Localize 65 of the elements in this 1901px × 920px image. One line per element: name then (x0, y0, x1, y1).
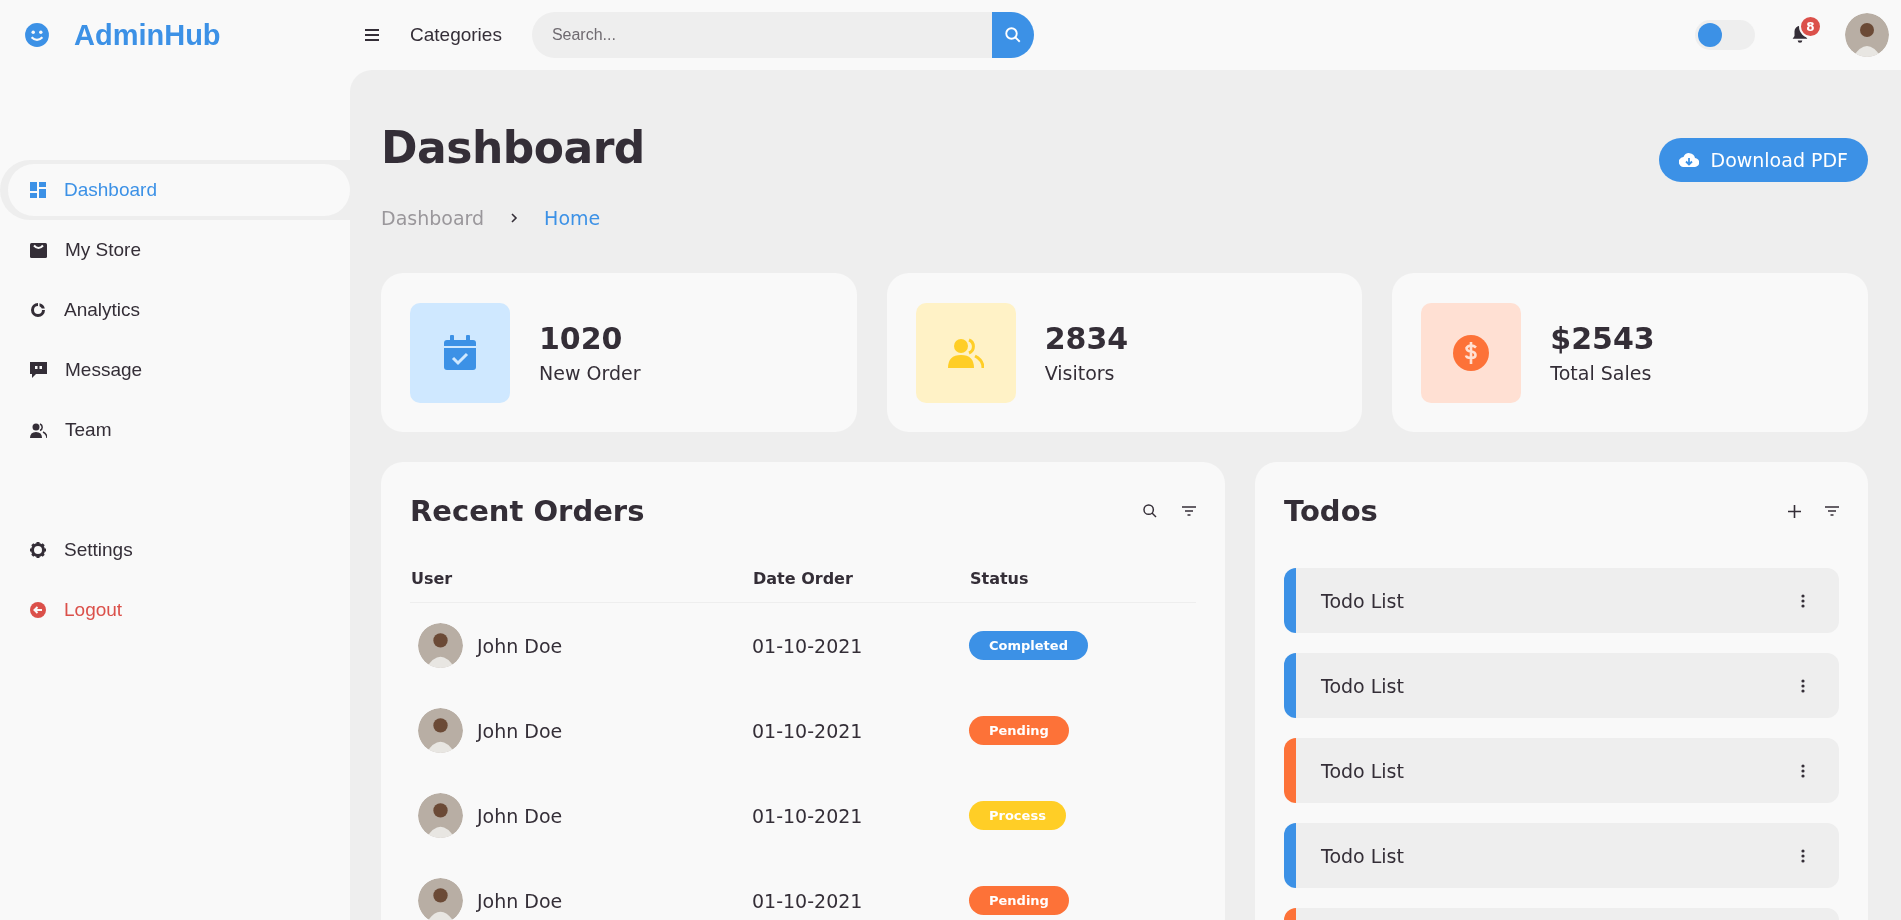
todo-label: Todo List (1321, 759, 1404, 782)
smiley-icon (24, 22, 50, 48)
user-name: John Doe (477, 719, 563, 742)
stat-label: Total Sales (1550, 362, 1653, 384)
todo-label: Todo List (1321, 844, 1404, 867)
people-icon (947, 337, 984, 368)
order-date: 01-10-2021 (752, 889, 863, 912)
user-name: John Doe (477, 804, 563, 827)
gear-icon (30, 542, 46, 558)
user-name: John Doe (477, 889, 563, 912)
stat-value: 2834 (1044, 321, 1129, 356)
chat-icon (30, 361, 47, 379)
search-field[interactable]: Search... (531, 12, 992, 58)
menu-icon[interactable] (364, 29, 380, 41)
order-date: 01-10-2021 (752, 634, 863, 657)
bag-icon (30, 242, 47, 258)
column-header: Date Order (753, 569, 853, 588)
filter-icon[interactable] (1182, 506, 1196, 516)
more-icon[interactable] (1801, 593, 1805, 608)
column-header: User (411, 569, 453, 588)
todo-item[interactable]: Todo List (1284, 823, 1839, 888)
calendar-check-icon (443, 334, 477, 371)
theme-toggle[interactable] (1695, 20, 1755, 50)
order-date: 01-10-2021 (752, 804, 863, 827)
search-icon (1003, 26, 1022, 44)
status-badge: Process (969, 801, 1066, 830)
stat-label: New Order (539, 362, 641, 384)
dollar-coin-icon (1453, 334, 1490, 371)
user-name: John Doe (477, 634, 563, 657)
avatar (418, 793, 463, 838)
avatar (418, 623, 463, 668)
order-date: 01-10-2021 (752, 719, 863, 742)
plus-icon[interactable] (1788, 504, 1801, 518)
panel-title: Recent Orders (410, 494, 645, 528)
todo-label: Todo List (1321, 674, 1404, 697)
exit-icon (30, 602, 46, 618)
stat-value: 1020 (539, 321, 624, 356)
page-title: Dashboard (381, 122, 645, 173)
stat-value: $2543 (1550, 321, 1655, 356)
notification-count: 8 (1799, 15, 1822, 38)
categories-link[interactable]: Categories (410, 24, 502, 46)
avatar[interactable] (1845, 13, 1889, 57)
more-icon[interactable] (1801, 848, 1805, 863)
todo-item[interactable]: Todo List (1284, 738, 1839, 803)
column-header: Status (970, 569, 1029, 588)
avatar (418, 708, 463, 753)
pie-chart-icon (30, 302, 46, 318)
status-badge: Pending (969, 716, 1069, 745)
stat-label: Visitors (1044, 362, 1116, 384)
chevron-icon (510, 213, 519, 223)
more-icon[interactable] (1801, 763, 1805, 778)
status-badge: Pending (969, 886, 1069, 915)
more-icon[interactable] (1801, 678, 1805, 693)
filter-icon[interactable] (1825, 506, 1839, 516)
people-icon (30, 422, 47, 438)
todo-item[interactable]: Todo List (1284, 653, 1839, 718)
todo-label: Todo List (1321, 589, 1404, 612)
search-icon[interactable] (1142, 503, 1158, 519)
search-button[interactable] (991, 12, 1034, 58)
status-badge: Completed (969, 631, 1088, 660)
cloud-download-icon (1678, 153, 1699, 167)
todo-item[interactable]: Todo List (1284, 568, 1839, 633)
panel-title: Todos (1284, 494, 1378, 528)
avatar (418, 878, 463, 920)
grid-icon (30, 182, 46, 198)
